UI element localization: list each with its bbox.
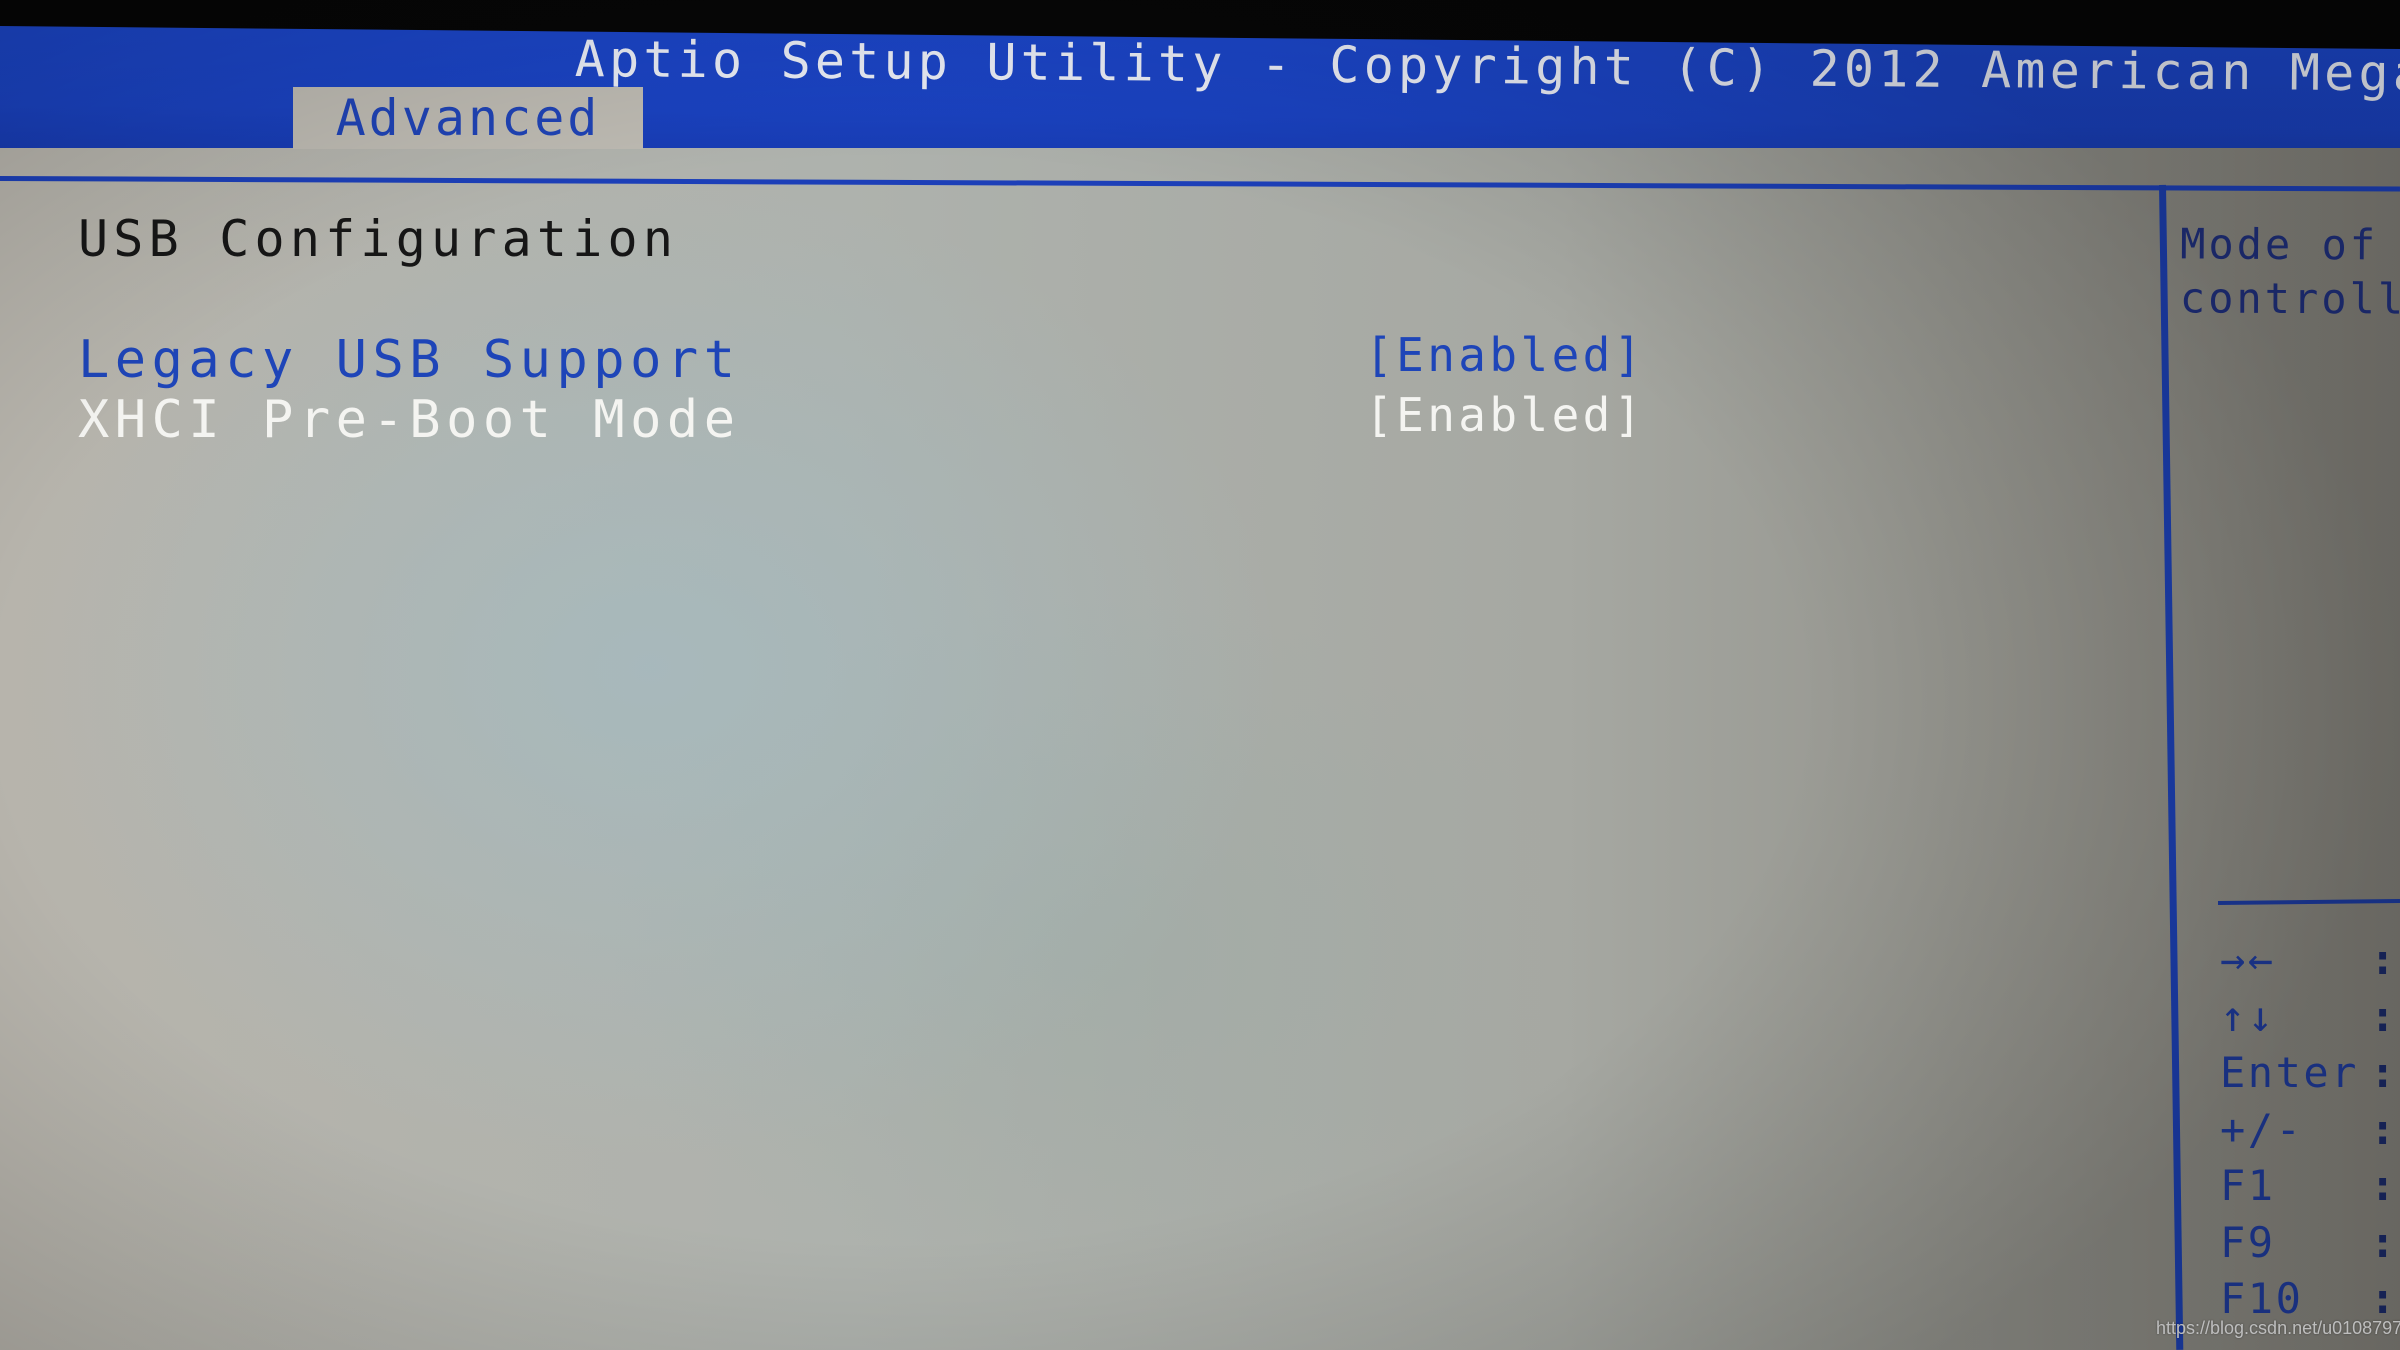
key-label: F1 <box>2220 1161 2276 1210</box>
main-panel <box>0 148 2400 1350</box>
key-separator: : <box>2370 1217 2396 1267</box>
setting-label: XHCI Pre-Boot Mode <box>78 390 741 450</box>
key-label: +/- <box>2220 1104 2304 1154</box>
key-legend-item: +/- : <box>2220 1105 2400 1162</box>
key-label: F9 <box>2220 1217 2276 1267</box>
setting-xhci-pre-boot-mode[interactable]: XHCI Pre-Boot Mode [Enabled] <box>78 388 1678 450</box>
setting-value-dropdown[interactable]: [Enabled] <box>1365 388 1645 442</box>
key-legend-item: →← : <box>2220 935 2400 992</box>
section-title: USB Configuration <box>78 210 679 268</box>
key-legend-item: Enter : <box>2220 1048 2400 1105</box>
key-label: F10 <box>2220 1274 2304 1323</box>
key-label: Enter <box>2220 1048 2359 1097</box>
left-right-arrows-icon: →← <box>2220 935 2276 984</box>
help-description: Mode of controll <box>2179 219 2400 324</box>
key-legend-item: ↑↓ : <box>2220 992 2400 1049</box>
key-legend: →← : ↑↓ : Enter : +/- : F1 : F9 : F10 : <box>2220 935 2400 1331</box>
up-down-arrows-icon: ↑↓ <box>2220 991 2276 1041</box>
key-separator: : <box>2370 935 2396 984</box>
key-separator: : <box>2370 991 2396 1041</box>
key-separator: : <box>2370 1048 2396 1097</box>
key-separator: : <box>2370 1274 2396 1323</box>
key-separator: : <box>2370 1104 2396 1154</box>
setting-legacy-usb-support[interactable]: Legacy USB Support [Enabled] <box>78 328 1678 390</box>
setting-label: Legacy USB Support <box>78 330 741 390</box>
key-separator: : <box>2370 1161 2396 1210</box>
tab-advanced[interactable]: Advanced <box>293 87 643 149</box>
watermark: https://blog.csdn.net/u010879745 <box>2156 1318 2400 1338</box>
tab-advanced-label: Advanced <box>335 89 601 147</box>
key-legend-item: F9 : <box>2220 1218 2400 1275</box>
key-legend-item: F1 : <box>2220 1161 2400 1218</box>
setting-value-dropdown[interactable]: [Enabled] <box>1365 328 1645 382</box>
